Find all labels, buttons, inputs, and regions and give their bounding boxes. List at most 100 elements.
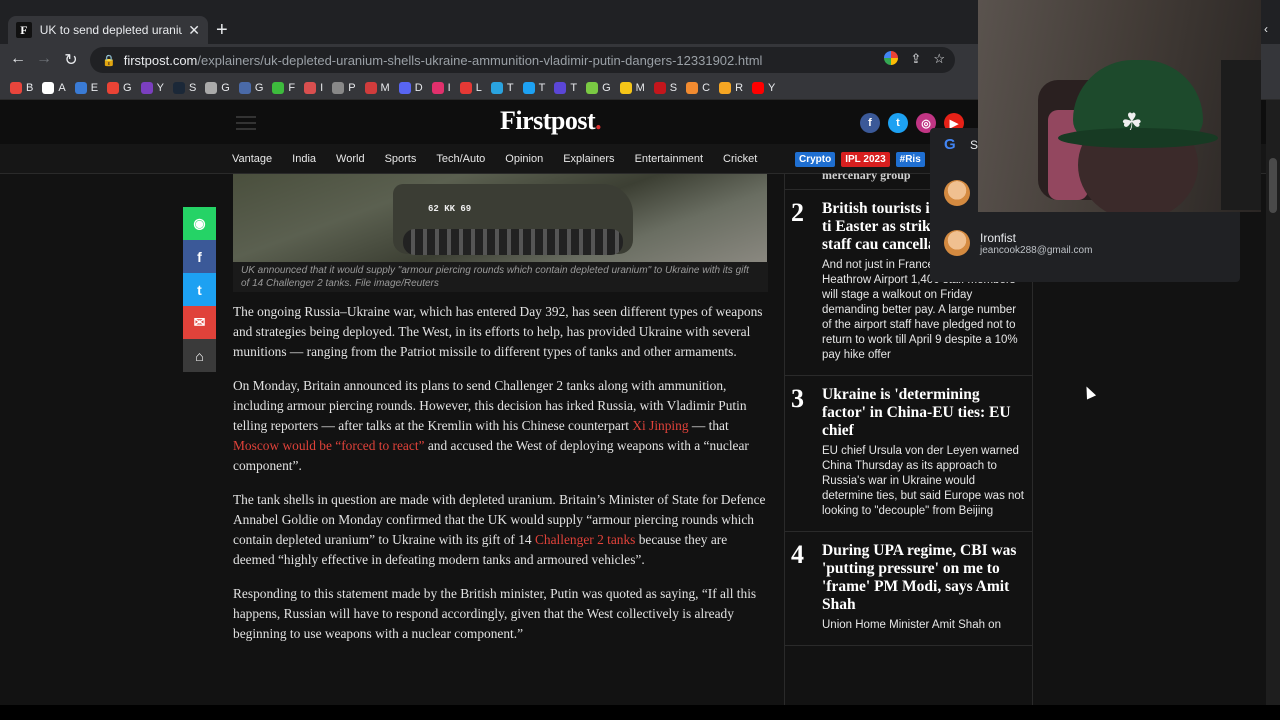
whatsapp-share-icon[interactable]: ◉ xyxy=(183,207,216,240)
reload-icon[interactable]: ↻ xyxy=(61,50,81,70)
bookmark-item[interactable]: S xyxy=(653,81,677,94)
bookmark-label: L xyxy=(475,81,482,94)
bookmark-favicon-icon xyxy=(74,81,87,94)
share-rail: ◉ f t ✉ ⌂ xyxy=(183,207,216,372)
tab-close-icon[interactable]: ✕ xyxy=(188,22,200,39)
account-option[interactable]: Ironfist jeancook288@gmail.com xyxy=(944,230,1092,256)
bookmark-item[interactable]: T xyxy=(554,81,577,94)
bookmark-item[interactable]: E xyxy=(74,81,99,94)
bookmark-favicon-icon xyxy=(272,81,285,94)
bookmark-favicon-icon xyxy=(10,81,22,94)
bookmark-favicon-icon xyxy=(332,81,345,94)
back-arrow-icon[interactable]: ← xyxy=(8,50,28,68)
google-lens-icon[interactable] xyxy=(884,51,899,65)
bookmark-label: I xyxy=(320,81,324,94)
paragraph-4: Responding to this statement made by the… xyxy=(233,586,757,641)
bookmark-item[interactable]: D xyxy=(398,81,423,94)
facebook-icon[interactable]: f xyxy=(860,113,880,133)
bookmark-item[interactable]: C xyxy=(686,81,711,94)
challenger-tanks-link[interactable]: Challenger 2 tanks xyxy=(535,532,635,547)
webcam-overlay: ☘ xyxy=(978,0,1261,212)
nav-link[interactable]: Opinion xyxy=(505,153,543,165)
nav-link[interactable]: Vantage xyxy=(232,153,272,165)
bookmark-item[interactable]: G xyxy=(238,81,263,94)
trending-title[interactable]: Ukraine is 'determining factor' in China… xyxy=(822,386,1026,440)
bookmark-favicon-icon xyxy=(238,81,251,94)
bookmark-item[interactable]: I xyxy=(304,81,324,94)
nav-chip[interactable]: IPL 2023 xyxy=(841,152,890,167)
bookmark-favicon-icon xyxy=(653,81,666,94)
bookmark-item[interactable]: B xyxy=(10,81,33,94)
bookmark-item[interactable]: A xyxy=(42,81,66,94)
bookmark-favicon-icon xyxy=(140,81,153,94)
forward-arrow-icon[interactable]: → xyxy=(34,50,54,68)
browser-tab[interactable]: F UK to send depleted uranium sh... ✕ xyxy=(8,16,208,44)
address-bar[interactable]: 🔒 firstpost.com/explainers/uk-depleted-u… xyxy=(90,47,955,73)
trending-title[interactable]: During UPA regime, CBI was 'putting pres… xyxy=(822,542,1026,614)
bookmark-label: E xyxy=(90,81,99,94)
bookmark-label: T xyxy=(538,81,546,94)
nav-link[interactable]: Explainers xyxy=(563,153,614,165)
bookmark-item[interactable]: G xyxy=(205,81,230,94)
bookmark-star-icon[interactable]: ☆ xyxy=(933,51,945,67)
new-tab-button[interactable]: + xyxy=(216,20,228,40)
twitter-icon[interactable]: t xyxy=(888,113,908,133)
bookmark-item[interactable]: R xyxy=(719,81,743,94)
bookmark-favicon-icon xyxy=(522,81,535,94)
email-share-icon[interactable]: ✉ xyxy=(183,306,216,339)
nav-link[interactable]: World xyxy=(336,153,365,165)
bookmark-label: S xyxy=(188,81,197,94)
bookmark-favicon-icon xyxy=(554,81,567,94)
bookmark-item[interactable]: T xyxy=(522,81,546,94)
tank-plate: 62 KK 69 xyxy=(428,204,472,214)
bookmark-label: Y xyxy=(156,81,164,94)
nav-link[interactable]: Cricket xyxy=(723,153,757,165)
bookmark-item[interactable]: I xyxy=(431,81,451,94)
bookmark-label: P xyxy=(348,81,356,94)
bookmark-item[interactable]: T xyxy=(490,81,514,94)
bookmark-favicon-icon xyxy=(752,81,765,94)
share-icon[interactable]: ⇪ xyxy=(910,51,921,67)
bookmark-item[interactable]: F xyxy=(272,81,295,94)
bookmark-item[interactable]: L xyxy=(459,81,482,94)
nav-chip[interactable]: #Ris xyxy=(895,152,925,167)
tab-search-chevron-icon[interactable]: ‹ xyxy=(1264,22,1268,36)
trending-item[interactable]: 3 Ukraine is 'determining factor' in Chin… xyxy=(785,376,1032,532)
nav-link[interactable]: India xyxy=(292,153,316,165)
bookmark-label: C xyxy=(702,81,711,94)
lock-icon: 🔒 xyxy=(102,54,116,67)
nav-link[interactable]: Sports xyxy=(385,153,417,165)
avatar xyxy=(944,230,970,256)
bookmark-item[interactable]: G xyxy=(107,81,132,94)
bookmark-item[interactable]: Y xyxy=(140,81,164,94)
firstpost-logo[interactable]: Firstpost. xyxy=(500,106,602,136)
bookmark-item[interactable]: S xyxy=(172,81,197,94)
bookmark-item[interactable]: M xyxy=(364,81,390,94)
facebook-share-icon[interactable]: f xyxy=(183,240,216,273)
popup-title: S xyxy=(970,138,979,152)
url-text: firstpost.com/explainers/uk-depleted-ura… xyxy=(123,52,763,68)
menu-icon[interactable] xyxy=(236,116,256,134)
bookmark-item[interactable]: G xyxy=(586,81,611,94)
xi-jinping-link[interactable]: Xi Jinping xyxy=(632,418,688,433)
home-icon[interactable]: ⌂ xyxy=(183,339,216,372)
nav-link[interactable]: Entertainment xyxy=(635,153,703,165)
bookmark-item[interactable]: M xyxy=(619,81,645,94)
google-icon: G xyxy=(944,136,956,153)
bookmark-item[interactable]: Y xyxy=(752,81,775,94)
twitter-share-icon[interactable]: t xyxy=(183,273,216,306)
page-scrollbar[interactable] xyxy=(1266,100,1280,705)
trending-item[interactable]: 4 During UPA regime, CBI was 'putting pre… xyxy=(785,532,1032,646)
shamrock-icon: ☘ xyxy=(1121,109,1143,136)
bookmark-label: I xyxy=(447,81,451,94)
bookmark-favicon-icon xyxy=(586,81,599,94)
bookmark-item[interactable]: P xyxy=(332,81,356,94)
bookmark-label: A xyxy=(58,81,66,94)
nav-link[interactable]: Tech/Auto xyxy=(436,153,485,165)
avatar xyxy=(944,180,970,206)
nav-chip[interactable]: Crypto xyxy=(795,152,836,167)
bookmark-favicon-icon xyxy=(107,81,120,94)
account-avatar-row[interactable] xyxy=(944,180,970,206)
bookmark-favicon-icon xyxy=(719,81,732,94)
moscow-react-link[interactable]: Moscow would be “forced to react” xyxy=(233,438,424,453)
